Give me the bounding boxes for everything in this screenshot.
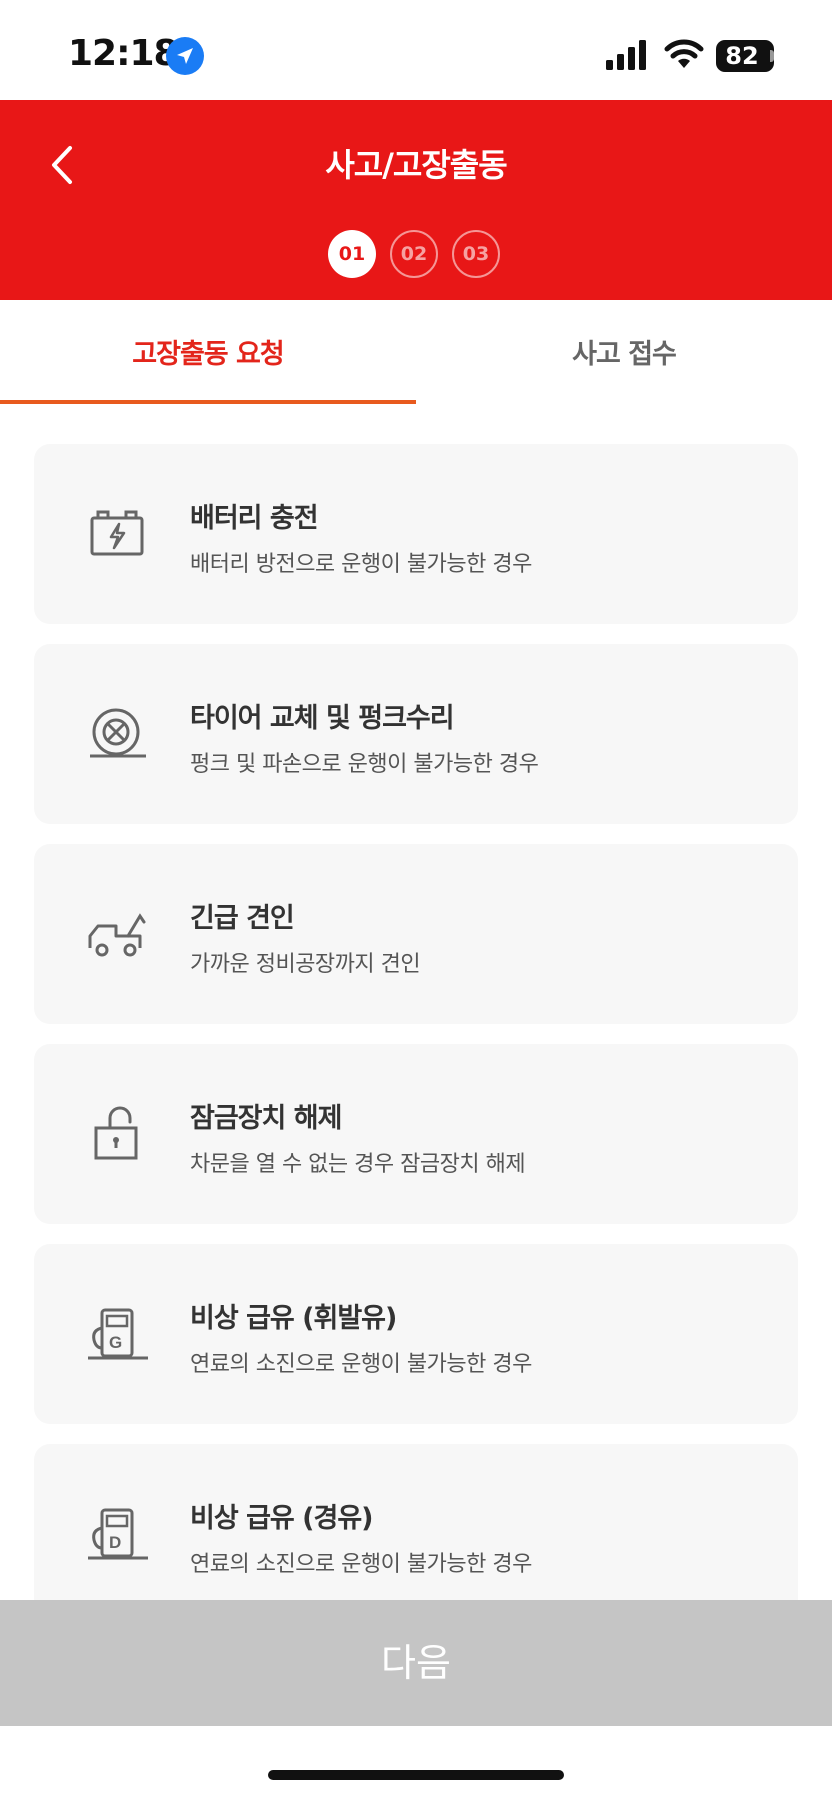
battery-level: 82: [725, 42, 759, 70]
page-title: 사고/고장출동: [325, 146, 507, 184]
service-card-unlock[interactable]: 잠금장치 해제 차문을 열 수 없는 경우 잠금장치 해제: [34, 1044, 798, 1224]
status-bar: 12:18 82: [0, 0, 832, 100]
svg-text:D: D: [109, 1533, 121, 1552]
tire-icon: [90, 708, 146, 758]
service-title: 비상 급유 (경유): [190, 1503, 374, 1534]
gasoline-pump-icon: G: [88, 1308, 148, 1360]
cellular-signal-icon: [606, 40, 646, 70]
next-button[interactable]: 다음: [0, 1600, 832, 1726]
header: 사고/고장출동 01 02 03: [0, 100, 832, 300]
tab-accident-report[interactable]: 사고 접수: [416, 300, 832, 404]
tab-breakdown-request[interactable]: 고장출동 요청: [0, 300, 416, 404]
home-indicator[interactable]: [268, 1770, 564, 1780]
service-title: 잠금장치 해제: [190, 1103, 342, 1134]
service-title: 타이어 교체 및 펑크수리: [190, 703, 455, 734]
step-indicator: 01 02 03: [328, 230, 500, 278]
status-time: 12:18: [68, 33, 179, 74]
service-card-diesel[interactable]: D 비상 급유 (경유) 연료의 소진으로 운행이 불가능한 경우: [34, 1444, 798, 1624]
service-card-battery[interactable]: 배터리 충전 배터리 방전으로 운행이 불가능한 경우: [34, 444, 798, 624]
service-title: 비상 급유 (휘발유): [190, 1303, 397, 1334]
battery-cap: [770, 50, 774, 62]
tow-truck-icon: [88, 913, 146, 957]
service-desc: 배터리 방전으로 운행이 불가능한 경우: [190, 552, 532, 577]
service-desc: 차문을 열 수 없는 경우 잠금장치 해제: [190, 1152, 526, 1177]
unlock-icon: [94, 1106, 138, 1160]
service-desc: 연료의 소진으로 운행이 불가능한 경우: [190, 1352, 532, 1377]
battery-icon: 82: [716, 40, 774, 72]
step-3: 03: [452, 230, 500, 278]
service-card-gasoline[interactable]: G 비상 급유 (휘발유) 연료의 소진으로 운행이 불가능한 경우: [34, 1244, 798, 1424]
wifi-icon: [664, 39, 704, 68]
svg-text:G: G: [109, 1333, 122, 1352]
diesel-pump-icon: D: [88, 1508, 148, 1560]
location-arrow-icon: [166, 37, 204, 75]
tab-bar: 고장출동 요청 사고 접수: [0, 300, 832, 404]
step-2: 02: [390, 230, 438, 278]
service-desc: 펑크 및 파손으로 운행이 불가능한 경우: [190, 752, 539, 777]
service-card-tire[interactable]: 타이어 교체 및 펑크수리 펑크 및 파손으로 운행이 불가능한 경우: [34, 644, 798, 824]
bottom-safe-area: [0, 1726, 832, 1800]
service-card-tow[interactable]: 긴급 견인 가까운 정비공장까지 견인: [34, 844, 798, 1024]
service-desc: 가까운 정비공장까지 견인: [190, 952, 421, 977]
service-title: 긴급 견인: [190, 903, 295, 934]
service-title: 배터리 충전: [190, 503, 319, 534]
battery-icon: [90, 510, 144, 556]
service-desc: 연료의 소진으로 운행이 불가능한 경우: [190, 1552, 532, 1577]
service-list: 배터리 충전 배터리 방전으로 운행이 불가능한 경우 타이어 교체 및 펑크수…: [34, 444, 798, 1644]
step-1: 01: [328, 230, 376, 278]
